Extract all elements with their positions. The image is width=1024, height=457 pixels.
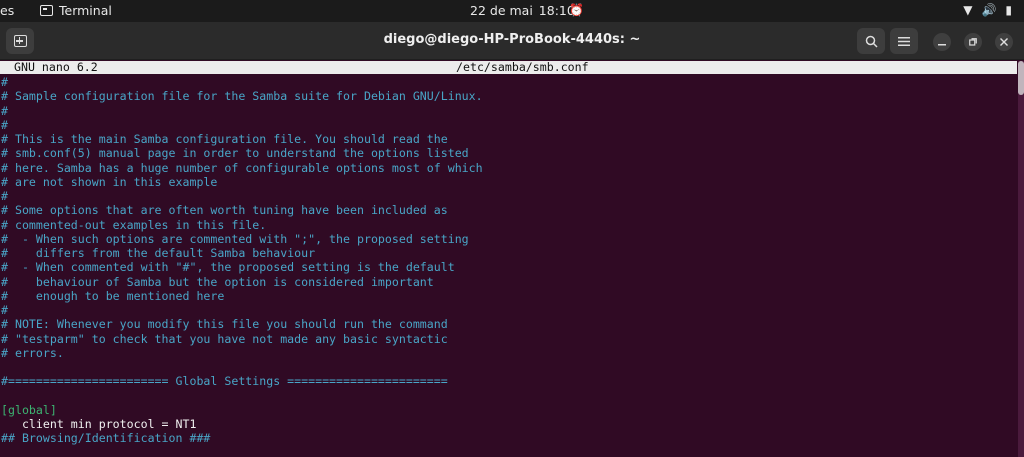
scrollbar-thumb[interactable] xyxy=(1018,61,1024,95)
system-tray[interactable]: ▼ 🔊 ▮ xyxy=(963,3,1012,17)
restore-icon xyxy=(969,38,977,46)
minimize-button[interactable] xyxy=(933,33,951,51)
scrollbar[interactable] xyxy=(1018,61,1024,457)
menu-button[interactable] xyxy=(890,28,918,54)
editor-line: # commented-out examples in this file. xyxy=(1,217,267,232)
search-button[interactable] xyxy=(857,28,885,54)
alarm-icon: ⏰ xyxy=(569,3,584,17)
editor-line: # NOTE: Whenever you modify this file yo… xyxy=(1,317,448,332)
nano-version: GNU nano 6.2 xyxy=(14,60,98,74)
editor-line: client min protocol = NT1 xyxy=(1,417,197,431)
close-button[interactable] xyxy=(995,33,1013,51)
top-bar: es Terminal 22 de mai 18:10 ⏰ ▼ 🔊 ▮ xyxy=(0,0,1024,22)
editor-line: #======================= Global Settings… xyxy=(1,374,448,389)
editor-line: # - When such options are commented with… xyxy=(1,231,469,246)
clock[interactable]: 22 de mai 18:10 xyxy=(470,3,575,18)
editor-buffer[interactable]: # # Sample configuration file for the Sam… xyxy=(1,75,1011,446)
editor-line: # This is the main Samba configuration f… xyxy=(1,132,448,146)
editor-line: # - When commented with "#", the propose… xyxy=(1,260,455,275)
editor-line: # xyxy=(1,189,8,203)
window-header: diego@diego-HP-ProBook-4440s: ~ xyxy=(0,22,1024,60)
editor-line: # are not shown in this example xyxy=(1,174,218,189)
editor-line: # errors. xyxy=(1,345,64,360)
wifi-icon: ▼ xyxy=(963,3,973,17)
maximize-button[interactable] xyxy=(964,33,982,51)
editor-line: # Sample configuration file for the Samb… xyxy=(1,89,483,104)
battery-icon: ▮ xyxy=(1005,3,1012,17)
editor-line: # here. Samba has a huge number of confi… xyxy=(1,160,483,175)
editor-line: # Some options that are often worth tuni… xyxy=(1,203,448,218)
editor-line: # xyxy=(1,75,8,89)
terminal-icon xyxy=(40,5,53,16)
hamburger-icon xyxy=(898,36,910,46)
editor-line: # xyxy=(1,117,8,132)
terminal-area[interactable]: GNU nano 6.2 /etc/samba/smb.conf # # Samp… xyxy=(0,61,1024,457)
search-icon xyxy=(865,35,878,48)
clock-date: 22 de mai xyxy=(470,3,533,18)
editor-line: # behaviour of Samba but the option is c… xyxy=(1,274,434,289)
activities-button[interactable]: es xyxy=(0,3,14,18)
editor-line: # xyxy=(1,103,8,118)
editor-line: # xyxy=(1,303,8,317)
minimize-icon xyxy=(938,44,946,46)
editor-line: # enough to be mentioned here xyxy=(1,288,225,303)
editor-line: ## Browsing/Identification ### xyxy=(1,431,211,446)
close-icon xyxy=(1000,38,1008,46)
nano-filename: /etc/samba/smb.conf xyxy=(456,60,589,74)
volume-icon: 🔊 xyxy=(981,3,997,17)
editor-line: [global] xyxy=(1,402,57,417)
editor-line: # differs from the default Samba behavio… xyxy=(1,246,316,260)
editor-line: # smb.conf(5) manual page in order to un… xyxy=(1,146,469,161)
editor-line: # "testparm" to check that you have not … xyxy=(1,331,448,346)
nano-title-bar: GNU nano 6.2 /etc/samba/smb.conf xyxy=(0,61,1017,74)
app-menu[interactable]: Terminal xyxy=(40,3,112,18)
app-name: Terminal xyxy=(59,3,112,18)
